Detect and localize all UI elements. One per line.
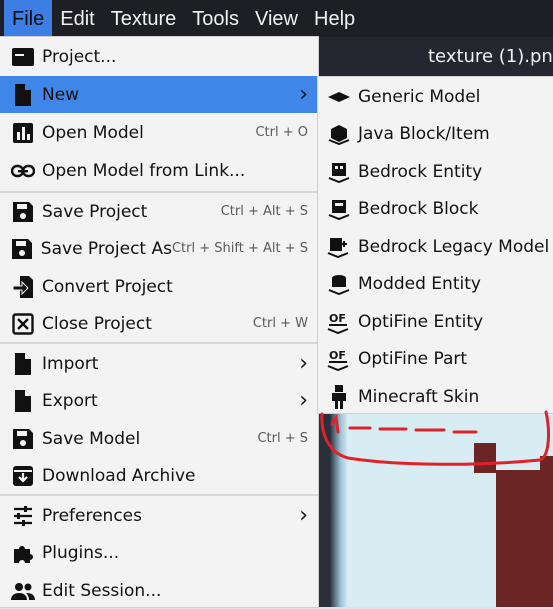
bedrock-entity-icon <box>326 159 352 185</box>
menu-item-plugins[interactable]: Plugins... <box>0 534 318 571</box>
menu-item-label: Download Archive <box>42 465 196 486</box>
tab-texture-file[interactable]: texture (1).png <box>428 40 553 74</box>
submenu-item-bedrock-entity[interactable]: Bedrock Entity <box>318 153 553 190</box>
close-box-icon <box>10 311 36 337</box>
menu-tools[interactable]: Tools <box>184 0 247 37</box>
submenu-item-optifine-part[interactable]: OF OptiFine Part <box>318 340 553 377</box>
people-icon <box>10 578 36 604</box>
submenu-item-optifine-entity[interactable]: OF OptiFine Entity <box>318 303 553 340</box>
save-icon <box>10 236 35 262</box>
menu-item-export[interactable]: Export › <box>0 382 318 419</box>
menu-file[interactable]: File <box>4 0 53 37</box>
menu-texture[interactable]: Texture <box>103 0 185 37</box>
menu-item-label: Import <box>42 353 99 374</box>
menu-bar: File Edit Texture Tools View Help <box>0 0 553 37</box>
shortcut: Ctrl + S <box>257 431 308 446</box>
chevron-right-icon: › <box>299 81 308 107</box>
convert-icon <box>10 274 36 300</box>
menu-item-new[interactable]: New › <box>0 76 318 113</box>
menu-item-label: Plugins... <box>42 542 120 563</box>
optifine-entity-icon: OF <box>326 309 352 335</box>
submenu-item-java-block[interactable]: Java Block/Item <box>318 115 553 152</box>
menu-item-convert-project[interactable]: Convert Project <box>0 268 318 305</box>
menu-item-label: Close Project <box>42 313 152 334</box>
bedrock-block-icon <box>326 196 352 222</box>
shortcut: Ctrl + Shift + Alt + S <box>171 241 308 256</box>
menu-item-download-archive[interactable]: Download Archive <box>0 457 318 494</box>
red-annotation <box>318 400 553 470</box>
menu-item-open-model[interactable]: Open Model Ctrl + O <box>0 114 318 151</box>
menu-item-label: Project... <box>42 46 117 67</box>
menu-item-label: Open Model from Link... <box>42 160 246 181</box>
new-submenu: Generic Model Java Block/Item Bedrock En… <box>318 77 553 413</box>
submenu-item-label: OptiFine Entity <box>358 311 484 332</box>
menu-help[interactable]: Help <box>306 0 363 37</box>
menu-item-open-link[interactable]: Open Model from Link... <box>0 152 318 189</box>
menu-item-label: Convert Project <box>42 276 173 297</box>
shortcut: Ctrl + O <box>255 125 308 140</box>
submenu-item-label: Java Block/Item <box>358 123 490 144</box>
optifine-part-icon: OF <box>326 346 352 372</box>
menu-item-close-project[interactable]: Close Project Ctrl + W <box>0 305 318 342</box>
submenu-item-label: Bedrock Legacy Model <box>358 236 550 257</box>
window-icon <box>10 44 36 70</box>
menu-item-save-model[interactable]: Save Model Ctrl + S <box>0 420 318 457</box>
file-icon <box>10 388 36 414</box>
submenu-item-bedrock-block[interactable]: Bedrock Block <box>318 190 553 227</box>
chart-icon <box>10 120 36 146</box>
generic-model-icon <box>326 84 352 110</box>
menu-item-label: Export <box>42 390 98 411</box>
submenu-item-label: Generic Model <box>358 86 481 107</box>
link-icon <box>10 158 36 184</box>
texture-pixel <box>496 470 553 607</box>
submenu-item-label: Bedrock Block <box>358 198 479 219</box>
menu-divider <box>0 494 318 496</box>
chevron-right-icon: › <box>299 350 308 376</box>
menu-item-project[interactable]: Project... <box>0 38 318 75</box>
submenu-item-generic-model[interactable]: Generic Model <box>318 78 553 115</box>
menu-item-label: Preferences <box>42 505 142 526</box>
save-icon <box>10 426 36 452</box>
menu-item-edit-session[interactable]: Edit Session... <box>0 572 318 609</box>
shortcut: Ctrl + W <box>252 316 308 331</box>
submenu-item-label: OptiFine Part <box>358 348 468 369</box>
menu-item-label: Save Model <box>42 428 141 449</box>
menu-item-label: Save Project <box>42 201 148 222</box>
menu-item-label: Save Project As <box>40 238 172 259</box>
submenu-item-modded-entity[interactable]: Modded Entity <box>318 265 553 302</box>
sliders-icon <box>10 503 36 529</box>
svg-text:OF: OF <box>329 312 346 325</box>
menu-item-save-project[interactable]: Save Project Ctrl + Alt + S <box>0 193 318 230</box>
file-icon <box>10 82 36 108</box>
bedrock-legacy-icon <box>326 234 352 260</box>
svg-text:OF: OF <box>329 349 346 362</box>
modded-entity-icon <box>326 271 352 297</box>
menu-divider <box>0 342 318 344</box>
submenu-item-label: Bedrock Entity <box>358 161 483 182</box>
chevron-right-icon: › <box>299 502 308 528</box>
puzzle-icon <box>10 540 36 566</box>
submenu-item-bedrock-legacy[interactable]: Bedrock Legacy Model <box>318 228 553 265</box>
save-icon <box>10 199 36 225</box>
menu-item-import[interactable]: Import › <box>0 345 318 382</box>
submenu-item-label: Modded Entity <box>358 273 481 294</box>
menu-edit[interactable]: Edit <box>52 0 102 37</box>
menu-item-label: New <box>42 84 80 105</box>
menu-view[interactable]: View <box>247 0 306 37</box>
file-menu: Project... New › Open Model Ctrl + O Ope… <box>0 37 318 607</box>
menu-item-label: Open Model <box>42 122 144 143</box>
shortcut: Ctrl + Alt + S <box>220 204 308 219</box>
menu-item-save-project-as[interactable]: Save Project As Ctrl + Shift + Alt + S <box>0 230 318 267</box>
menu-item-label: Edit Session... <box>42 580 162 601</box>
archive-icon <box>10 463 36 489</box>
file-icon <box>10 351 36 377</box>
chevron-right-icon: › <box>299 387 308 413</box>
java-block-icon <box>326 121 352 147</box>
menu-item-preferences[interactable]: Preferences › <box>0 497 318 534</box>
